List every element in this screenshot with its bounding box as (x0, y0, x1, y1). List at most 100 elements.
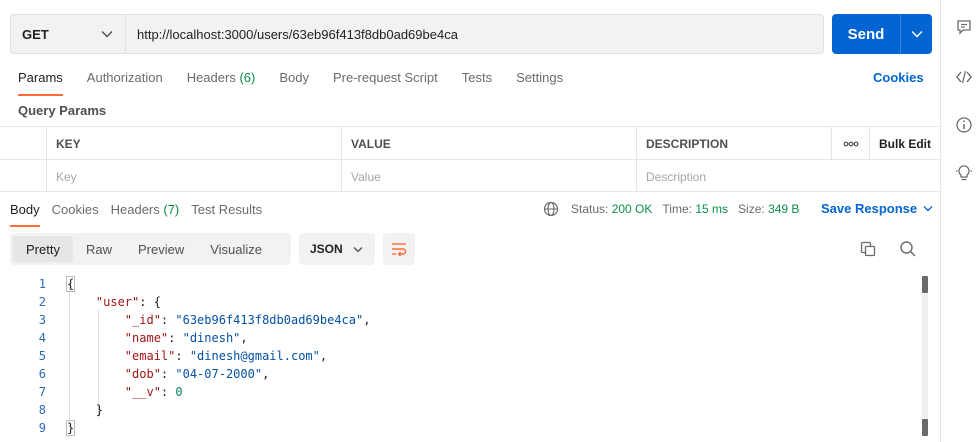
code-line: 6 "dob": "04-07-2000", (0, 365, 920, 383)
line-number: 1 (38, 277, 46, 291)
code-text: { (65, 276, 76, 292)
code-text: "user": { (95, 295, 161, 309)
bulk-edit-button[interactable]: Bulk Edit (869, 127, 940, 160)
status-value[interactable]: 200 OK (612, 202, 653, 216)
view-pretty[interactable]: Pretty (13, 236, 73, 262)
code-line: 4 "name": "dinesh", (0, 329, 920, 347)
tab-authorization[interactable]: Authorization (87, 64, 163, 94)
vertical-scrollbar[interactable] (922, 276, 928, 436)
method-label: GET (22, 26, 49, 42)
cookies-link[interactable]: Cookies (873, 70, 924, 85)
code-text: "name": "dinesh", (124, 331, 248, 345)
tab-headers[interactable]: Headers (6) (187, 64, 256, 94)
wrap-lines-button[interactable] (383, 233, 415, 265)
format-select[interactable]: JSON (299, 233, 375, 265)
tab-test-results[interactable]: Test Results (191, 195, 262, 225)
request-url-bar: GET (10, 14, 824, 54)
tab-pre-request-script[interactable]: Pre-request Script (333, 64, 438, 94)
chevron-down-icon (911, 31, 922, 38)
code-text: "dob": "04-07-2000", (124, 367, 270, 381)
request-tabs: Params Authorization Headers (6) Body Pr… (18, 64, 587, 96)
more-horizontal-icon (843, 141, 858, 146)
view-raw[interactable]: Raw (73, 236, 125, 262)
key-input[interactable] (56, 169, 341, 184)
send-options-dropdown[interactable] (900, 14, 932, 54)
code-icon[interactable] (955, 68, 973, 86)
comment-icon[interactable] (955, 18, 973, 36)
code-text: } (67, 403, 104, 417)
format-label: JSON (310, 242, 343, 256)
line-number: 5 (38, 349, 46, 363)
line-number: 9 (38, 421, 46, 435)
query-params-title: Query Params (18, 103, 107, 118)
code-text: } (65, 420, 76, 436)
time-value[interactable]: 15 ms (695, 202, 728, 216)
response-tabs: Body Cookies Headers (7) Test Results (10, 195, 274, 227)
search-icon[interactable] (899, 240, 917, 258)
line-number: 3 (38, 313, 46, 327)
tab-tests[interactable]: Tests (462, 64, 492, 94)
tab-settings[interactable]: Settings (516, 64, 563, 94)
table-header-row: KEY VALUE DESCRIPTION Bulk Edit (0, 127, 940, 160)
table-row (0, 160, 940, 193)
tab-response-body[interactable]: Body (10, 195, 40, 227)
main-pane: GET Send Params Authorization Headers (6… (0, 0, 940, 442)
column-header-key: KEY (46, 127, 341, 160)
line-number: 6 (38, 367, 46, 381)
column-header-description: DESCRIPTION (636, 127, 831, 160)
code-line: 8 } (0, 401, 920, 419)
size-label: Size: (738, 202, 765, 216)
more-options-button[interactable] (831, 127, 869, 160)
line-number: 7 (38, 385, 46, 399)
time-label: Time: (662, 202, 692, 216)
tab-response-cookies[interactable]: Cookies (52, 195, 99, 225)
chevron-down-icon (101, 31, 113, 38)
tab-body[interactable]: Body (279, 64, 309, 94)
code-line: 5 "email": "dinesh@gmail.com", (0, 347, 920, 365)
url-input[interactable] (126, 15, 823, 53)
send-button[interactable]: Send (832, 14, 932, 54)
line-number: 4 (38, 331, 46, 345)
scrollbar-thumb-bottom[interactable] (922, 419, 928, 436)
code-line: 3 "_id": "63eb96f413f8db0ad69be4ca", (0, 311, 920, 329)
code-line: 9} (0, 419, 920, 437)
row-checkbox-cell (0, 160, 46, 193)
info-icon[interactable] (955, 116, 973, 134)
line-number: 8 (38, 403, 46, 417)
code-line: 2 "user": { (0, 293, 920, 311)
code-text: "__v": 0 (124, 385, 183, 399)
headers-count: (6) (239, 70, 256, 85)
description-input[interactable] (646, 169, 940, 184)
chevron-down-icon (353, 246, 363, 252)
code-line: 7 "__v": 0 (0, 383, 920, 401)
save-response-button[interactable]: Save Response (821, 201, 933, 216)
code-text: "_id": "63eb96f413f8db0ad69be4ca", (124, 313, 371, 327)
value-input[interactable] (351, 169, 636, 184)
lightbulb-icon[interactable] (955, 164, 973, 182)
save-response-label: Save Response (821, 201, 918, 216)
globe-icon[interactable] (543, 201, 559, 217)
tab-params[interactable]: Params (18, 64, 63, 96)
scrollbar-thumb-top[interactable] (922, 276, 928, 293)
view-preview[interactable]: Preview (125, 236, 197, 262)
code-line: 1{ (0, 275, 920, 293)
status-label: Status: (571, 202, 609, 216)
description-cell (636, 160, 940, 193)
copy-icon[interactable] (859, 240, 877, 258)
method-select[interactable]: GET (11, 15, 126, 53)
value-cell (341, 160, 636, 193)
right-sidebar (940, 0, 978, 442)
send-label: Send (847, 25, 885, 43)
checkbox-column (0, 127, 46, 160)
response-meta: Status: 200 OK Time: 15 ms Size: 349 B (543, 201, 799, 217)
response-headers-count: (7) (163, 202, 180, 217)
size-value[interactable]: 349 B (768, 202, 799, 216)
code-text: "email": "dinesh@gmail.com", (124, 349, 328, 363)
chevron-down-icon (923, 206, 933, 212)
view-visualize[interactable]: Visualize (197, 236, 275, 262)
line-number: 2 (38, 295, 46, 309)
column-header-value: VALUE (341, 127, 636, 160)
tab-response-headers[interactable]: Headers (7) (111, 195, 180, 225)
view-mode-group: Pretty Raw Preview Visualize (10, 233, 291, 265)
response-body-viewer[interactable]: 1{2 "user": {3 "_id": "63eb96f413f8db0ad… (0, 274, 930, 442)
